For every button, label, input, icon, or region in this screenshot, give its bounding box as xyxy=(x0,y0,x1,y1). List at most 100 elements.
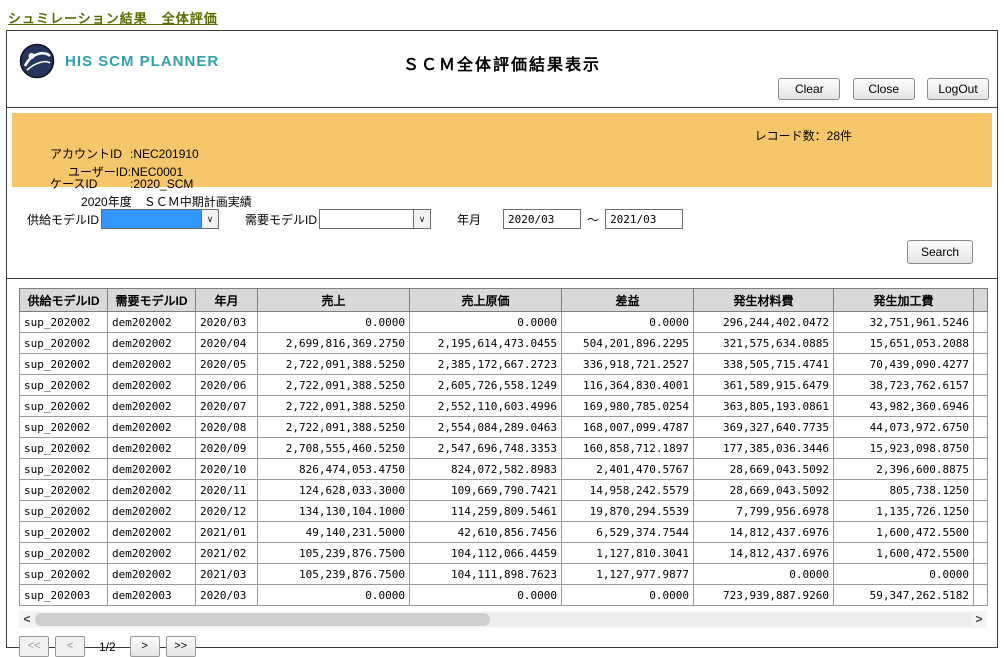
clear-button[interactable]: Clear xyxy=(778,78,840,100)
table-cell: 2,722,091,388.5250 xyxy=(258,417,410,438)
column-header: 売上 xyxy=(258,289,410,312)
table-cell: 43,982,360.6946 xyxy=(834,396,974,417)
table-cell: 2,699,816,369.2750 xyxy=(258,333,410,354)
table-row: sup_202003dem2020032020/030.00000.00000.… xyxy=(20,585,988,606)
table-cell: 49,140,231.5000 xyxy=(258,522,410,543)
table-cell: 2,722,091,388.5250 xyxy=(258,354,410,375)
table-cell: 363,805,193.0861 xyxy=(694,396,834,417)
results-table-area: 供給モデルID需要モデルID年月売上売上原価差益発生材料費発生加工費 sup_2… xyxy=(19,288,987,606)
table-cell: 1,600,472.5500 xyxy=(834,522,974,543)
table-cell: sup_202002 xyxy=(20,375,108,396)
supply-model-selected-value xyxy=(102,210,201,228)
table-cell: 169,980,785.0254 xyxy=(562,396,694,417)
table-cell: sup_202002 xyxy=(20,417,108,438)
table-row: sup_202002dem2020022020/072,722,091,388.… xyxy=(20,396,988,417)
table-cell: 369,327,640.7735 xyxy=(694,417,834,438)
case-description: 2020年度 ＳＣＭ中期計画実績 xyxy=(81,193,252,211)
table-cell: dem202002 xyxy=(108,438,196,459)
logout-button[interactable]: LogOut xyxy=(927,78,989,100)
page-title: ＳＣＭ全体評価結果表示 xyxy=(7,51,997,75)
table-cell: sup_202002 xyxy=(20,396,108,417)
titlebar: HIS SCM PLANNER ＳＣＭ全体評価結果表示 Clear Close … xyxy=(7,31,997,108)
table-cell: 805,738.1250 xyxy=(834,480,974,501)
table-cell: 14,812,437.6976 xyxy=(694,543,834,564)
column-header: 需要モデルID xyxy=(108,289,196,312)
scroll-left-arrow-icon[interactable]: < xyxy=(19,611,35,628)
table-cell: 42,610,856.7456 xyxy=(410,522,562,543)
table-row: sup_202002dem2020022021/0149,140,231.500… xyxy=(20,522,988,543)
scrollbar-thumb[interactable] xyxy=(35,613,490,626)
table-cell: 2021/03 xyxy=(196,564,258,585)
table-cell: 2,385,172,667.2723 xyxy=(410,354,562,375)
h-scrollbar[interactable]: < > xyxy=(19,611,987,628)
year-month-from-input[interactable] xyxy=(503,209,581,229)
table-cell: dem202003 xyxy=(108,585,196,606)
window-buttons: Clear Close LogOut xyxy=(769,78,989,100)
table-cell: 134,130,104.1000 xyxy=(258,501,410,522)
supply-model-select[interactable]: ∨ xyxy=(101,209,219,229)
table-cell: 14,812,437.6976 xyxy=(694,522,834,543)
table-cell: 2,708,555,460.5250 xyxy=(258,438,410,459)
table-cell: 0.0000 xyxy=(562,585,694,606)
main-window: HIS SCM PLANNER ＳＣＭ全体評価結果表示 Clear Close … xyxy=(6,30,998,648)
table-cell: 2,552,110,603.4996 xyxy=(410,396,562,417)
column-header: 差益 xyxy=(562,289,694,312)
chevron-down-icon[interactable]: ∨ xyxy=(201,210,218,228)
table-cell: 32,751,961.5246 xyxy=(834,312,974,333)
table-cell-sliver xyxy=(974,459,988,480)
table-cell: 160,858,712.1897 xyxy=(562,438,694,459)
demand-model-select[interactable]: ∨ xyxy=(319,209,431,229)
table-cell: 28,669,043.5092 xyxy=(694,480,834,501)
table-cell: 2020/12 xyxy=(196,501,258,522)
scroll-right-arrow-icon[interactable]: > xyxy=(971,611,987,628)
table-cell: 0.0000 xyxy=(410,312,562,333)
chevron-down-icon[interactable]: ∨ xyxy=(413,210,430,228)
table-cell: sup_202002 xyxy=(20,480,108,501)
record-count: レコード数：28件 xyxy=(755,127,852,145)
table-cell: 7,799,956.6978 xyxy=(694,501,834,522)
table-cell: dem202002 xyxy=(108,396,196,417)
next-page-button[interactable]: > xyxy=(130,636,160,657)
table-cell: dem202002 xyxy=(108,333,196,354)
table-cell: sup_202002 xyxy=(20,522,108,543)
table-cell: 1,127,977.9877 xyxy=(562,564,694,585)
year-month-to-input[interactable] xyxy=(605,209,683,229)
table-cell: sup_202002 xyxy=(20,501,108,522)
table-cell: 104,111,898.7623 xyxy=(410,564,562,585)
table-cell: 168,007,099.4787 xyxy=(562,417,694,438)
table-cell: 2020/06 xyxy=(196,375,258,396)
search-button[interactable]: Search xyxy=(907,240,973,264)
table-cell: 105,239,876.7500 xyxy=(258,543,410,564)
close-button[interactable]: Close xyxy=(853,78,915,100)
scrollbar-track[interactable] xyxy=(35,613,971,626)
table-cell: dem202002 xyxy=(108,543,196,564)
table-cell: sup_202002 xyxy=(20,438,108,459)
table-cell: 296,244,402.0472 xyxy=(694,312,834,333)
last-page-button[interactable]: >> xyxy=(166,636,196,657)
separator xyxy=(7,278,997,279)
demand-model-selected-value xyxy=(320,210,413,228)
first-page-button[interactable]: << xyxy=(19,636,49,657)
table-cell: 44,073,972.6750 xyxy=(834,417,974,438)
table-cell: 0.0000 xyxy=(258,585,410,606)
table-cell: dem202002 xyxy=(108,501,196,522)
table-cell: 59,347,262.5182 xyxy=(834,585,974,606)
table-cell: 2020/07 xyxy=(196,396,258,417)
table-cell: 15,651,053.2088 xyxy=(834,333,974,354)
table-cell: dem202002 xyxy=(108,564,196,585)
table-cell-sliver xyxy=(974,375,988,396)
table-cell: 2021/02 xyxy=(196,543,258,564)
table-cell: dem202002 xyxy=(108,375,196,396)
table-cell: 15,923,098.8750 xyxy=(834,438,974,459)
results-table-head-row: 供給モデルID需要モデルID年月売上売上原価差益発生材料費発生加工費 xyxy=(20,289,988,312)
prev-page-button[interactable]: < xyxy=(55,636,85,657)
table-cell: 0.0000 xyxy=(410,585,562,606)
column-header: 発生材料費 xyxy=(694,289,834,312)
table-cell: 70,439,090.4277 xyxy=(834,354,974,375)
pagination: << < 1/2 > >> xyxy=(19,636,997,657)
simulation-result-overall-link[interactable]: シュミレーション結果 全体評価 xyxy=(8,8,218,27)
table-cell: dem202002 xyxy=(108,522,196,543)
table-row: sup_202002dem2020022020/092,708,555,460.… xyxy=(20,438,988,459)
table-cell-sliver xyxy=(974,312,988,333)
table-cell-sliver xyxy=(974,333,988,354)
